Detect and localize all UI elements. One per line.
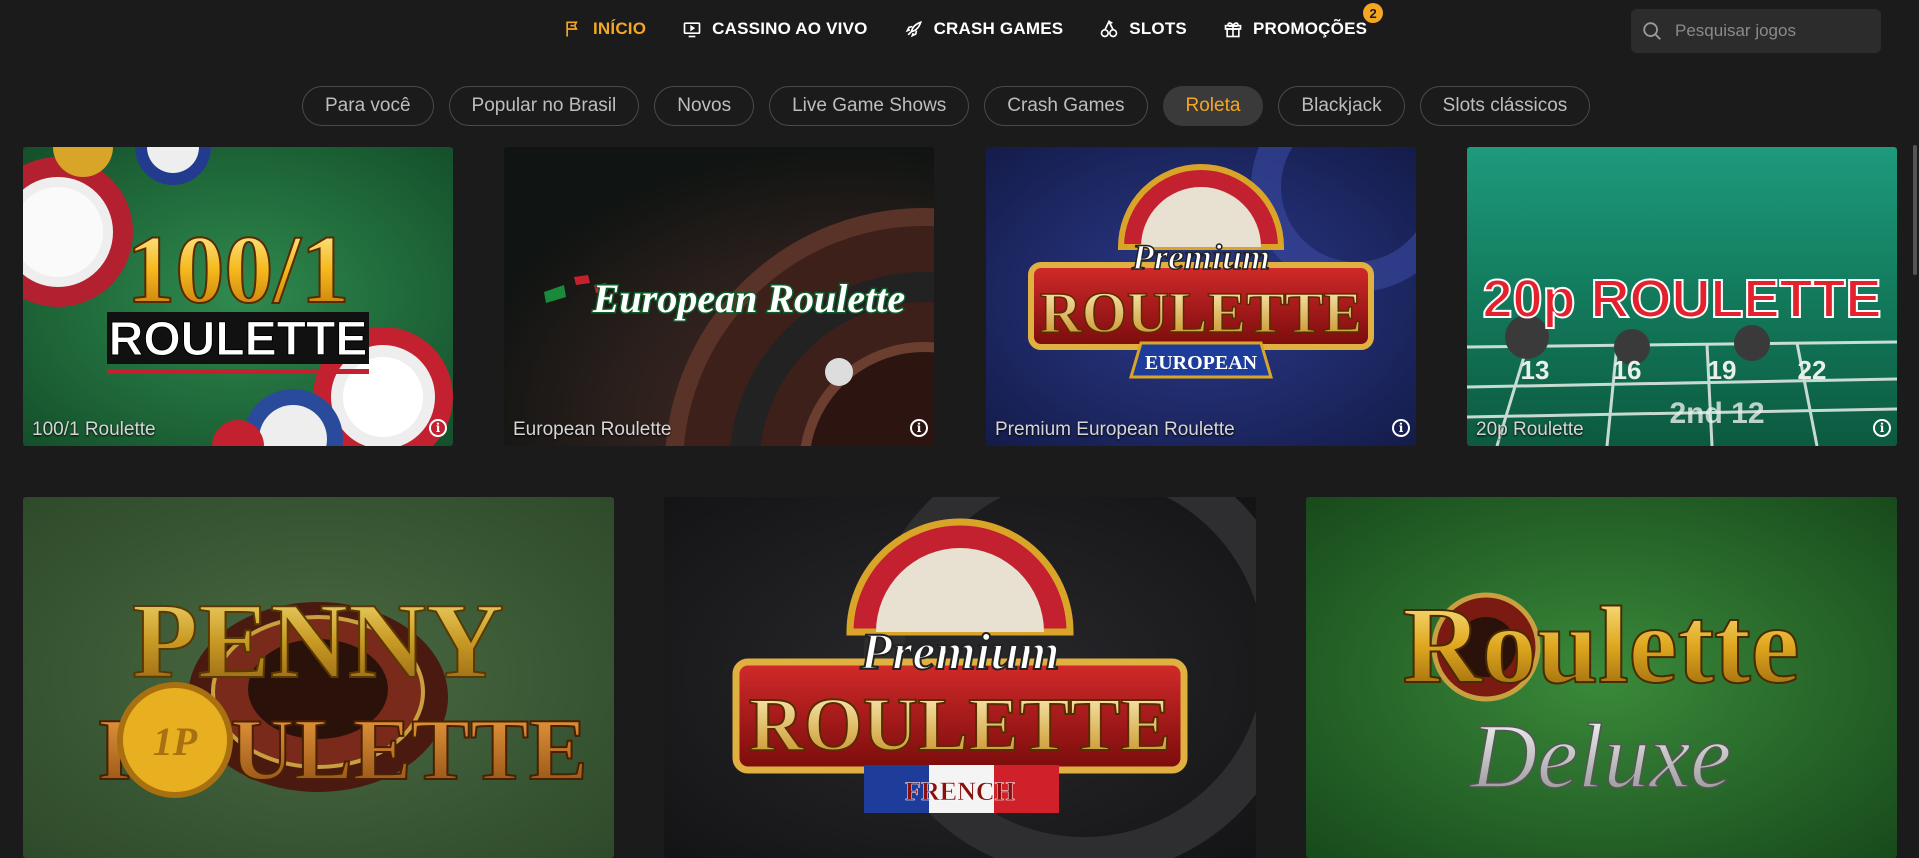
chip-live-game-shows[interactable]: Live Game Shows [769, 86, 970, 126]
info-icon[interactable]: i [910, 419, 928, 437]
chip-para-voce[interactable]: Para você [302, 86, 434, 126]
nav-label: SLOTS [1129, 19, 1187, 38]
chip-crash-games[interactable]: Crash Games [984, 86, 1148, 126]
nav-label: CASSINO AO VIVO [712, 19, 868, 38]
art-coin: 1P [153, 719, 198, 764]
nav-item-inicio[interactable]: INÍCIO [563, 19, 646, 39]
top-navigation: INÍCIO CASSINO AO VIVO CRASH GAMES SLOTS… [0, 0, 1919, 62]
info-icon[interactable]: i [1392, 419, 1410, 437]
art-subtitle: ROULETTE [109, 313, 368, 366]
cherries-icon [1100, 19, 1118, 38]
art-title: Roulette [1402, 584, 1799, 706]
game-title: Premium European Roulette [995, 419, 1235, 440]
nav-label: INÍCIO [593, 19, 647, 38]
main-nav: INÍCIO CASSINO AO VIVO CRASH GAMES SLOTS… [563, 3, 1403, 39]
game-artwork: Premium ROULETTE FRENCH [664, 497, 1256, 858]
chip-slots-classicos[interactable]: Slots clássicos [1419, 86, 1591, 126]
chip-roleta[interactable]: Roleta [1162, 86, 1264, 126]
art-subtitle: FRENCH [905, 777, 1015, 806]
rocket-icon [905, 21, 922, 38]
game-title: 20p Roulette [1476, 419, 1584, 440]
game-tile-100-1-roulette[interactable]: 100/1 ROULETTE 100/1 Roulette i [23, 147, 453, 446]
nav-item-crash-games[interactable]: CRASH GAMES [904, 19, 1064, 39]
game-artwork: Premium ROULETTE EUROPEAN [986, 147, 1416, 446]
art-subtitle: EUROPEAN [1145, 352, 1258, 374]
chip-popular-no-brasil[interactable]: Popular no Brasil [448, 86, 640, 126]
nav-label: CRASH GAMES [933, 19, 1064, 38]
nav-item-promocoes[interactable]: PROMOÇÕES 2 [1223, 3, 1384, 39]
tv-icon [683, 22, 701, 38]
art-title: European Roulette [592, 276, 905, 321]
game-tile-premium-french-roulette[interactable]: Premium ROULETTE FRENCH [664, 497, 1256, 858]
search-box[interactable] [1631, 9, 1881, 53]
game-tile-20p-roulette[interactable]: 20p ROULETTE 13 16 19 22 2nd 12 20p Roul… [1467, 147, 1897, 446]
nav-item-slots[interactable]: SLOTS [1099, 19, 1187, 39]
game-artwork: Roulette Deluxe [1306, 497, 1897, 858]
art-number: 22 [1798, 355, 1827, 385]
game-artwork: European Roulette [504, 147, 934, 446]
art-title: ROULETTE [749, 683, 1171, 767]
art-title-premium: Premium [1131, 237, 1270, 277]
game-artwork: PENNY ROULETTE 1P [23, 497, 614, 858]
info-icon[interactable]: i [429, 419, 447, 437]
art-subtitle: Deluxe [1469, 705, 1732, 807]
art-title-premium: Premium [859, 624, 1059, 681]
search-input[interactable] [1673, 20, 1877, 42]
art-title: 20p ROULETTE [1482, 269, 1881, 329]
art-title: 100/1 [126, 216, 349, 324]
info-icon[interactable]: i [1873, 419, 1891, 437]
nav-item-cassino-ao-vivo[interactable]: CASSINO AO VIVO [682, 19, 867, 39]
art-number: 13 [1521, 355, 1550, 385]
category-chips: Para você Popular no Brasil Novos Live G… [302, 86, 1591, 126]
art-number: 16 [1613, 355, 1642, 385]
art-title: ROULETTE [1040, 280, 1362, 345]
chip-novos[interactable]: Novos [654, 86, 755, 126]
game-artwork: 20p ROULETTE 13 16 19 22 2nd 12 [1467, 147, 1897, 446]
game-title: European Roulette [513, 419, 672, 440]
art-title: PENNY [132, 582, 504, 701]
notification-badge: 2 [1363, 3, 1384, 23]
game-tile-european-roulette[interactable]: European Roulette European Roulette i [504, 147, 934, 446]
scrollbar[interactable] [1913, 145, 1917, 275]
game-tile-roulette-deluxe[interactable]: Roulette Deluxe [1306, 497, 1897, 858]
art-number: 19 [1708, 355, 1737, 385]
flag-icon [566, 21, 578, 37]
game-artwork: 100/1 ROULETTE [23, 147, 453, 446]
search-icon [1643, 22, 1661, 40]
chip-blackjack[interactable]: Blackjack [1278, 86, 1405, 126]
game-title: 100/1 Roulette [32, 419, 156, 440]
game-tile-premium-european-roulette[interactable]: Premium ROULETTE EUROPEAN Premium Europe… [986, 147, 1416, 446]
game-tile-penny-roulette[interactable]: PENNY ROULETTE 1P [23, 497, 614, 858]
gift-icon [1224, 22, 1242, 38]
art-subtitle: 2nd 12 [1669, 397, 1764, 430]
nav-label: PROMOÇÕES [1252, 19, 1368, 38]
